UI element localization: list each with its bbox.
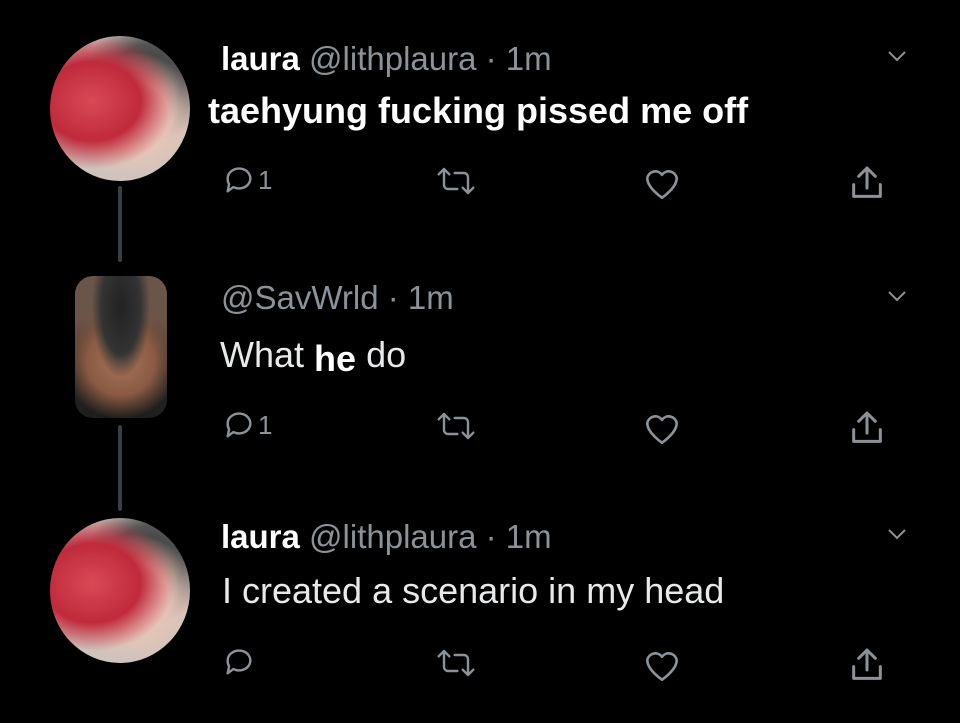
reply-button[interactable]: 1 (222, 408, 272, 442)
user-handle[interactable]: @lithplaura (309, 40, 476, 77)
tweet-actions: 1 (0, 163, 960, 203)
chevron-down-icon[interactable] (887, 46, 907, 66)
like-icon (645, 170, 679, 200)
like-icon (645, 652, 679, 682)
retweet-icon (437, 649, 475, 677)
avatar[interactable] (50, 36, 190, 181)
avatar[interactable] (50, 518, 190, 663)
like-button[interactable] (641, 410, 683, 446)
share-button[interactable] (847, 163, 887, 203)
tweet-actions: 1 (0, 408, 960, 448)
tweet-text-part: do (366, 334, 407, 375)
tweet-text-part: What (220, 334, 305, 375)
share-icon (852, 411, 882, 443)
retweet-icon (437, 412, 475, 440)
reply-button[interactable]: 1 (222, 163, 272, 197)
tweet-header: laura @lithplaura · 1m (221, 518, 552, 556)
tweet-actions (0, 645, 960, 685)
chevron-down-icon[interactable] (887, 286, 907, 306)
reply-button[interactable] (222, 645, 258, 679)
reply-icon (226, 167, 252, 193)
like-button[interactable] (641, 647, 683, 683)
avatar[interactable] (75, 276, 167, 418)
tweet[interactable]: laura @lithplaura · 1m taehyung fucking … (0, 0, 960, 230)
display-name[interactable]: laura (221, 40, 300, 77)
user-handle[interactable]: @lithplaura (309, 518, 476, 555)
share-button[interactable] (847, 645, 887, 685)
tweet-text: What he do (220, 334, 407, 379)
timestamp: · 1m (485, 518, 552, 555)
share-icon (852, 166, 882, 198)
tweet-text: taehyung fucking pissed me off (208, 90, 749, 131)
tweet-header: @SavWrld · 1m (221, 279, 454, 317)
display-name[interactable]: laura (221, 518, 300, 555)
share-icon (852, 648, 882, 680)
timestamp: · 1m (387, 279, 454, 316)
share-button[interactable] (847, 408, 887, 448)
retweet-button[interactable] (436, 647, 476, 679)
retweet-icon (437, 167, 475, 195)
reply-icon (226, 649, 252, 675)
chevron-down-icon[interactable] (887, 524, 907, 544)
reply-count: 1 (258, 164, 273, 195)
tweet-header: laura @lithplaura · 1m (221, 40, 552, 78)
retweet-button[interactable] (436, 410, 476, 442)
reply-count: 1 (258, 409, 273, 440)
tweet-text-part: he (314, 338, 357, 379)
tweet-text: I created a scenario in my head (222, 570, 725, 611)
like-button[interactable] (641, 165, 683, 201)
user-handle[interactable]: @SavWrld (221, 279, 379, 316)
like-icon (645, 415, 679, 445)
reply-icon (226, 412, 252, 438)
timestamp: · 1m (485, 40, 552, 77)
retweet-button[interactable] (436, 165, 476, 197)
tweet[interactable]: @SavWrld · 1m What he do 1 (0, 262, 960, 492)
tweet[interactable]: laura @lithplaura · 1m I created a scena… (0, 500, 960, 723)
